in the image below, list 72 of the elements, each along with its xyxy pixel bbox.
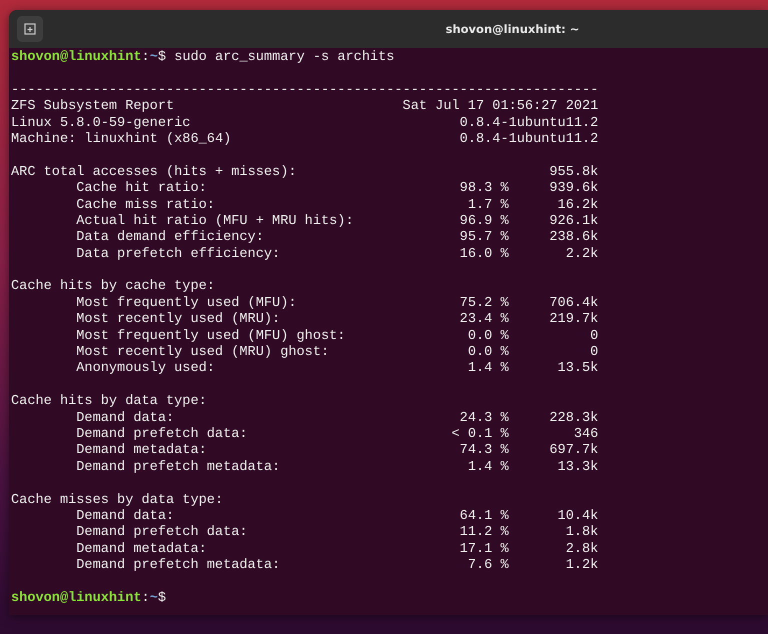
stat-label: Demand data: [75,410,176,427]
stat-count: 13.3k [556,460,598,476]
stat-count: 10.4k [556,508,598,525]
section-heading: Cache hits by data type: [11,394,208,411]
section-heading: Cache misses by data type: [11,492,224,509]
stat-percent: 23.4 % [458,312,509,329]
stat-count: 706.4k [548,296,598,312]
report-label: ZFS Subsystem Report [11,99,176,116]
report-value: 0.8.4-1ubuntu11.2 [460,132,598,148]
section-total: 955.8k [549,164,598,181]
stat-count: 238.6k [548,230,598,247]
stat-percent: 0.0 % [466,328,509,346]
stat-count: 2.8k [564,542,598,558]
stat-percent: 96.9 % [458,214,509,230]
stat-count: 939.6k [548,181,598,198]
separator-dashes: ------------------------------------------------------------------------ [11,82,598,99]
tab-plus-icon [24,23,36,35]
stat-label: Demand metadata: [75,542,208,558]
stat-label: Demand prefetch metadata: [75,460,282,476]
new-tab-button[interactable] [17,16,43,42]
stat-percent: 24.3 % [458,410,509,427]
stat-percent: 95.7 % [458,230,509,247]
stat-count: 926.1k [548,214,598,230]
stat-label: Demand metadata: [75,443,208,460]
stat-label: Demand prefetch metadata: [75,558,282,574]
stat-percent: 16.0 % [458,246,509,264]
stat-count: 219.7k [548,312,598,329]
stat-percent: < 0.1 % [450,426,509,444]
stat-percent: 0.0 % [466,345,509,362]
stat-label: Most frequently used (MFU) ghost: [75,328,346,345]
stat-label: Most recently used (MRU): [75,312,282,329]
stat-count: 13.5k [556,361,598,378]
stat-percent: 1.7 % [466,198,509,214]
stat-count: 0 [589,345,598,361]
stat-label: Cache hit ratio: [75,181,208,198]
stat-label: Most frequently used (MFU): [75,296,298,312]
stat-count: 2.2k [564,246,598,264]
stat-label: Data prefetch efficiency: [75,246,282,264]
stat-percent: 64.1 % [458,508,509,526]
stat-percent: 17.1 % [458,542,509,558]
report-label: Machine: linuxhint (x86_64) [11,132,232,148]
stat-count: 697.7k [548,443,598,460]
stat-count: 1.8k [564,525,598,542]
stat-percent: 75.2 % [458,296,509,312]
stat-percent: 98.3 % [458,181,509,198]
report-value: 0.8.4-1ubuntu11.2 [460,116,598,132]
stat-count: 346 [572,426,598,443]
stat-count: 0 [589,328,598,346]
stat-count: 228.3k [548,410,598,427]
shell-prompt: shovon@linuxhint:~$ [11,50,166,66]
stat-percent: 7.6 % [466,558,509,574]
report-value: Sat Jul 17 01:56:27 2021 [402,99,598,116]
stat-percent: 1.4 % [466,361,509,378]
stat-label: Data demand efficiency: [75,230,265,247]
stat-count: 1.2k [564,558,598,574]
stat-label: Cache miss ratio: [75,198,216,214]
stat-percent: 11.2 % [458,525,509,542]
stat-percent: 74.3 % [458,443,509,460]
section-heading: Cache hits by cache type: [11,279,216,296]
stat-count: 16.2k [556,198,598,214]
report-label: Linux 5.8.0-59-generic [11,116,192,132]
stat-label: Demand data: [75,508,176,525]
command-text: sudo arc_summary -s archits [174,50,394,66]
stat-label: Most recently used (MRU) ghost: [75,345,330,361]
stat-label: Anonymously used: [75,361,216,378]
stat-label: Demand prefetch data: [75,525,249,542]
stat-percent: 1.4 % [466,460,509,476]
shell-prompt: shovon@linuxhint:~$ [11,590,166,608]
stat-label: Actual hit ratio (MFU + MRU hits): [75,214,355,230]
section-heading: ARC total accesses (hits + misses): [11,164,298,181]
window-title: shovon@linuxhint: ~ [444,22,580,36]
stat-label: Demand prefetch data: [75,426,249,443]
